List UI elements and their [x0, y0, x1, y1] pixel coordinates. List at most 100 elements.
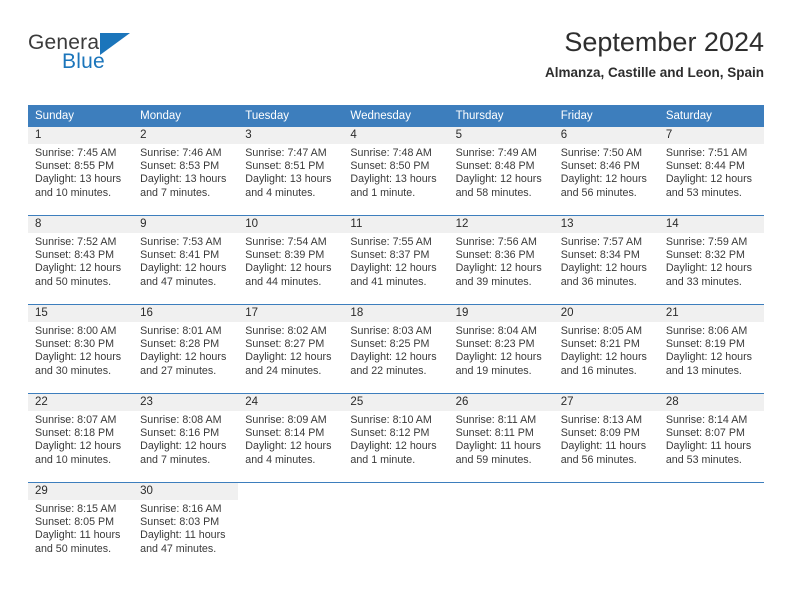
sunset-text: Sunset: 8:51 PM [245, 160, 325, 173]
calendar-day-cell[interactable]: 12 Sunrise: 7:56 AM Sunset: 8:36 PM Dayligh… [448, 215, 554, 305]
sunrise-text: Sunrise: 7:59 AM [665, 236, 748, 248]
daylight-text: Daylight: 12 hours and 22 minutes. [350, 351, 437, 377]
day-number: 6 [553, 127, 659, 144]
day-number: 21 [658, 305, 764, 322]
day-number: 3 [238, 127, 344, 144]
calendar-day-cell[interactable]: 6 Sunrise: 7:50 AM Sunset: 8:46 PM Daylight… [553, 127, 659, 216]
calendar-week-row: 8 Sunrise: 7:52 AM Sunset: 8:43 PM Daylight… [28, 215, 764, 305]
sunset-text: Sunset: 8:34 PM [560, 249, 640, 262]
calendar-day-cell[interactable]: 5 Sunrise: 7:49 AM Sunset: 8:48 PM Daylight… [448, 127, 554, 216]
day-number: 24 [238, 394, 344, 411]
sunrise-text: Sunrise: 8:01 AM [140, 325, 222, 337]
daylight-text: Daylight: 12 hours and 56 minutes. [560, 173, 647, 199]
calendar-week-row: 15 Sunrise: 8:00 AM Sunset: 8:30 PM Dayligh… [28, 304, 764, 394]
daylight-text: Daylight: 12 hours and 33 minutes. [665, 262, 752, 288]
calendar-day-cell[interactable]: 27 Sunrise: 8:13 AM Sunset: 8:09 PM Dayligh… [553, 393, 659, 483]
calendar-day-cell[interactable]: 15 Sunrise: 8:00 AM Sunset: 8:30 PM Dayligh… [28, 304, 134, 394]
sunset-text: Sunset: 8:18 PM [35, 427, 115, 440]
daylight-text: Daylight: 11 hours and 56 minutes. [560, 440, 647, 466]
day-number: 16 [133, 305, 239, 322]
logo-text-blue: Blue [62, 50, 105, 73]
calendar-day-cell[interactable]: 1 Sunrise: 7:45 AM Sunset: 8:55 PM Daylight… [28, 127, 134, 216]
daylight-text: Daylight: 12 hours and 44 minutes. [245, 262, 332, 288]
day-number [343, 483, 448, 500]
day-number: 7 [658, 127, 764, 144]
weekday-header-tuesday: Tuesday [238, 105, 344, 127]
daylight-text: Daylight: 13 hours and 4 minutes. [245, 173, 332, 199]
calendar-day-cell[interactable]: 19 Sunrise: 8:04 AM Sunset: 8:23 PM Dayligh… [448, 304, 554, 394]
sunrise-text: Sunrise: 8:11 AM [455, 414, 537, 426]
calendar-day-cell-empty [658, 482, 764, 571]
day-number: 15 [28, 305, 134, 322]
sunset-text: Sunset: 8:11 PM [455, 427, 534, 440]
weekday-header-friday: Friday [553, 105, 659, 127]
sunrise-text: Sunrise: 8:08 AM [140, 414, 222, 426]
day-number: 18 [343, 305, 449, 322]
calendar-day-cell[interactable]: 17 Sunrise: 8:02 AM Sunset: 8:27 PM Dayligh… [238, 304, 344, 394]
day-number: 12 [448, 216, 554, 233]
daylight-text: Daylight: 12 hours and 19 minutes. [455, 351, 542, 377]
calendar-day-cell[interactable]: 3 Sunrise: 7:47 AM Sunset: 8:51 PM Daylight… [238, 127, 344, 216]
sunset-text: Sunset: 8:43 PM [35, 249, 115, 262]
day-number: 26 [448, 394, 554, 411]
sunset-text: Sunset: 8:48 PM [455, 160, 535, 173]
calendar-day-cell[interactable]: 26 Sunrise: 8:11 AM Sunset: 8:11 PM Dayligh… [448, 393, 554, 483]
calendar-day-cell[interactable]: 16 Sunrise: 8:01 AM Sunset: 8:28 PM Dayligh… [133, 304, 239, 394]
daylight-text: Daylight: 13 hours and 10 minutes. [35, 173, 122, 199]
calendar-day-cell[interactable]: 4 Sunrise: 7:48 AM Sunset: 8:50 PM Daylight… [343, 127, 449, 216]
calendar-day-cell[interactable]: 28 Sunrise: 8:14 AM Sunset: 8:07 PM Dayligh… [658, 393, 764, 483]
sunrise-text: Sunrise: 7:56 AM [455, 236, 537, 248]
calendar-day-cell-empty [343, 482, 449, 571]
sunset-text: Sunset: 8:05 PM [35, 516, 115, 529]
daylight-text: Daylight: 12 hours and 1 minute. [350, 440, 437, 466]
calendar-day-cell[interactable]: 2 Sunrise: 7:46 AM Sunset: 8:53 PM Daylight… [133, 127, 239, 216]
sunrise-text: Sunrise: 8:05 AM [560, 325, 643, 337]
calendar-day-cell[interactable]: 24 Sunrise: 8:09 AM Sunset: 8:14 PM Dayligh… [238, 393, 344, 483]
calendar-day-cell[interactable]: 25 Sunrise: 8:10 AM Sunset: 8:12 PM Dayligh… [343, 393, 449, 483]
sunrise-text: Sunrise: 8:00 AM [35, 325, 117, 337]
weekday-header-thursday: Thursday [448, 105, 554, 127]
calendar-day-cell[interactable]: 8 Sunrise: 7:52 AM Sunset: 8:43 PM Daylight… [28, 215, 134, 305]
day-number: 29 [28, 483, 134, 500]
sunset-text: Sunset: 8:46 PM [560, 160, 640, 173]
sunset-text: Sunset: 8:28 PM [140, 338, 220, 351]
calendar-day-cell[interactable]: 13 Sunrise: 7:57 AM Sunset: 8:34 PM Dayligh… [553, 215, 659, 305]
daylight-text: Daylight: 12 hours and 10 minutes. [35, 440, 122, 466]
sunrise-text: Sunrise: 7:54 AM [245, 236, 327, 248]
daylight-text: Daylight: 12 hours and 16 minutes. [560, 351, 647, 377]
sunset-text: Sunset: 8:19 PM [665, 338, 745, 351]
sunset-text: Sunset: 8:36 PM [455, 249, 535, 262]
calendar-day-cell[interactable]: 20 Sunrise: 8:05 AM Sunset: 8:21 PM Dayligh… [553, 304, 659, 394]
general-blue-logo[interactable]: General Blue [28, 32, 158, 82]
daylight-text: Daylight: 12 hours and 53 minutes. [665, 173, 752, 199]
day-number: 1 [28, 127, 134, 144]
day-number: 10 [238, 216, 344, 233]
day-number: 17 [238, 305, 344, 322]
sunset-text: Sunset: 8:44 PM [665, 160, 745, 173]
sunrise-text: Sunrise: 7:46 AM [140, 147, 222, 159]
daylight-text: Daylight: 12 hours and 13 minutes. [665, 351, 752, 377]
calendar-day-cell[interactable]: 18 Sunrise: 8:03 AM Sunset: 8:25 PM Dayligh… [343, 304, 449, 394]
sunset-text: Sunset: 8:27 PM [245, 338, 325, 351]
day-number: 20 [553, 305, 659, 322]
calendar-day-cell[interactable]: 30 Sunrise: 8:16 AM Sunset: 8:03 PM Dayligh… [133, 482, 239, 571]
calendar-day-cell[interactable]: 9 Sunrise: 7:53 AM Sunset: 8:41 PM Daylight… [133, 215, 239, 305]
sunrise-text: Sunrise: 7:48 AM [350, 147, 432, 159]
calendar-day-cell[interactable]: 29 Sunrise: 8:15 AM Sunset: 8:05 PM Dayligh… [28, 482, 134, 571]
daylight-text: Daylight: 12 hours and 30 minutes. [35, 351, 122, 377]
weekday-header-sunday: Sunday [28, 105, 134, 127]
calendar-day-cell[interactable]: 21 Sunrise: 8:06 AM Sunset: 8:19 PM Dayligh… [658, 304, 764, 394]
calendar-day-cell[interactable]: 11 Sunrise: 7:55 AM Sunset: 8:37 PM Dayligh… [343, 215, 449, 305]
calendar-day-cell[interactable]: 10 Sunrise: 7:54 AM Sunset: 8:39 PM Dayligh… [238, 215, 344, 305]
day-number: 30 [133, 483, 239, 500]
daylight-text: Daylight: 11 hours and 59 minutes. [455, 440, 541, 466]
sunset-text: Sunset: 8:37 PM [350, 249, 430, 262]
calendar-day-cell[interactable]: 7 Sunrise: 7:51 AM Sunset: 8:44 PM Daylight… [658, 127, 764, 216]
calendar-day-cell[interactable]: 14 Sunrise: 7:59 AM Sunset: 8:32 PM Dayligh… [658, 215, 764, 305]
sunset-text: Sunset: 8:55 PM [35, 160, 115, 173]
day-number: 9 [133, 216, 239, 233]
day-number [659, 483, 764, 500]
calendar-day-cell[interactable]: 23 Sunrise: 8:08 AM Sunset: 8:16 PM Dayligh… [133, 393, 239, 483]
calendar-day-cell[interactable]: 22 Sunrise: 8:07 AM Sunset: 8:18 PM Dayligh… [28, 393, 134, 483]
day-number: 4 [343, 127, 449, 144]
